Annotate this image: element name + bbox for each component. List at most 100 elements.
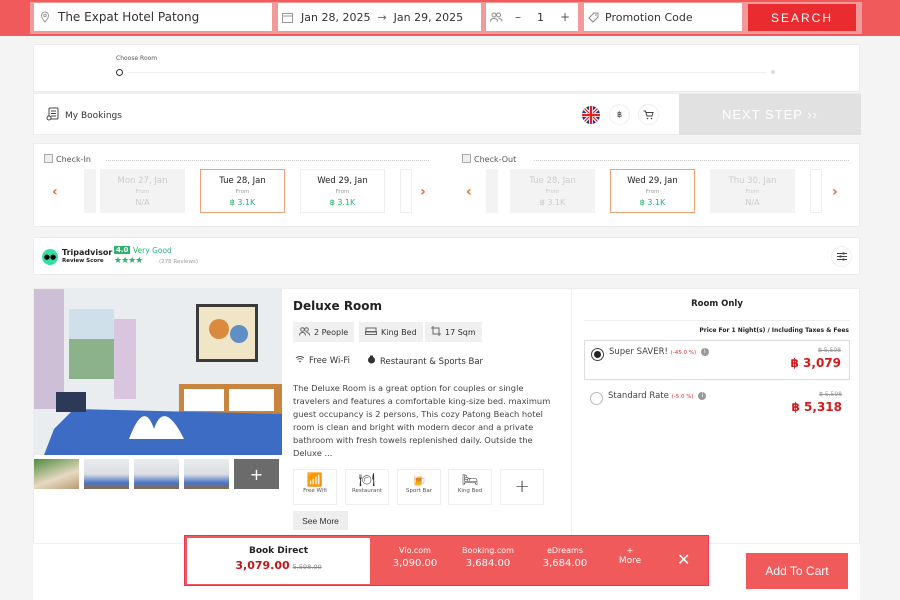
chip-label: 17 Sqm: [445, 327, 476, 337]
from-label: From: [135, 189, 150, 195]
room-main-photo[interactable]: [34, 289, 282, 455]
review-bar: ●● Tripadvisor Review Score 4.0 Very Goo…: [33, 237, 860, 275]
checkin-day-card[interactable]: Mon 27, Jan From N/A: [100, 169, 185, 213]
info-icon[interactable]: i: [700, 347, 709, 356]
book-direct-label: Book Direct: [248, 546, 309, 556]
promo-code-input[interactable]: Promotion Code: [584, 3, 742, 31]
baht-icon: ฿: [616, 110, 623, 119]
see-more-button[interactable]: See More: [293, 511, 348, 530]
checkin-title: Check-In: [44, 154, 91, 165]
next-step-button[interactable]: NEXT STEP ››: [679, 94, 861, 135]
add-to-cart-button[interactable]: Add To Cart: [746, 553, 848, 589]
guests-increment-button[interactable]: +: [560, 10, 570, 24]
rate-option-standard[interactable]: Standard Rate (-5.0 %) i ฿ 5,598 ฿ 5,318: [584, 385, 850, 425]
rate-radio-selected[interactable]: [591, 348, 604, 361]
promo-placeholder: Promotion Code: [605, 10, 693, 24]
language-selector[interactable]: [580, 104, 601, 125]
from-label: From: [745, 189, 760, 195]
my-bookings-link[interactable]: My Bookings: [46, 107, 122, 124]
day-label: Wed 29, Jan: [627, 176, 678, 186]
date-arrow: →: [377, 10, 387, 24]
checkin-next-button[interactable]: ›: [420, 184, 426, 200]
facility-restaurant: 🍽 Restaurant: [345, 469, 389, 505]
checkout-prev-button[interactable]: ‹: [466, 184, 472, 200]
beer-mug-icon: 🍺: [410, 473, 428, 488]
guests-decrement-button[interactable]: –: [515, 10, 521, 24]
checkout-day-card[interactable]: Thu 30, Jan From N/A: [710, 169, 795, 213]
book-direct-box[interactable]: Book Direct 3,079.00 5,598.00: [187, 538, 370, 584]
review-score-badge: 4.0: [114, 246, 131, 254]
day-label: Tue 28, Jan: [529, 176, 576, 186]
plus-icon: +: [626, 546, 634, 555]
checkout-edge-card: [810, 169, 822, 213]
guests-icon: [490, 12, 503, 22]
page-margin: [860, 543, 900, 600]
my-bookings-label: My Bookings: [65, 110, 122, 121]
from-label: From: [645, 189, 660, 195]
more-otas-button[interactable]: + More: [610, 546, 650, 566]
rate-option-super-saver[interactable]: Super SAVER! (-45.0 %) i ฿ 5,598 ฿ 3,079: [584, 340, 850, 380]
facility-label: Free Wifi: [303, 488, 327, 494]
day-price: ฿ 3.1K: [639, 198, 666, 207]
rate-radio[interactable]: [590, 392, 603, 405]
location-pin-icon: [40, 11, 50, 23]
room-thumbnail[interactable]: [134, 459, 179, 489]
checkout-day-card-selected[interactable]: Wed 29, Jan From ฿ 3.1K: [610, 169, 695, 213]
step-indicator-current: [116, 69, 123, 76]
checkin-day-card-selected[interactable]: Tue 28, Jan From ฿ 3.1K: [200, 169, 285, 213]
size-chip: 17 Sqm: [425, 322, 482, 342]
rate-name: Super SAVER!: [609, 347, 668, 357]
checkin-day-card[interactable]: Wed 29, Jan From ฿ 3.1K: [300, 169, 385, 213]
ota-price-edreams[interactable]: eDreams 3,684.00: [535, 546, 595, 569]
amenity-label: Free Wi-Fi: [309, 355, 351, 366]
wifi-icon: [295, 355, 305, 366]
calendar-icon: [282, 12, 293, 23]
rate-label: Super SAVER! (-45.0 %) i: [609, 347, 709, 357]
info-icon[interactable]: i: [698, 391, 707, 400]
currency-selector[interactable]: ฿: [609, 104, 630, 125]
room-card: + Deluxe Room 2 People King Bed 17 Sqm F…: [33, 288, 860, 549]
date-selector: Check-In ‹ Mon 27, Jan From N/A Tue 28, …: [33, 143, 860, 227]
ota-name: Booking.com: [462, 546, 514, 555]
divider: [534, 160, 849, 161]
price-comparison-bar: Book Direct 3,079.00 5,598.00 Vio.com 3,0…: [184, 535, 709, 586]
room-thumbnail[interactable]: [184, 459, 229, 489]
sliders-icon: [836, 252, 847, 261]
date-range-field[interactable]: Jan 28, 2025 → Jan 29, 2025: [278, 3, 481, 31]
checkin-prev-button[interactable]: ‹: [52, 184, 58, 200]
more-facilities-button[interactable]: +: [500, 469, 544, 505]
filter-button[interactable]: [831, 246, 852, 267]
review-rating-text: Very Good: [133, 246, 172, 255]
review-count[interactable]: (278 Reviews): [159, 259, 198, 265]
guests-stepper: – 1 +: [486, 3, 578, 31]
amenity-label: Restaurant & Sports Bar: [380, 356, 484, 367]
ota-price-vio[interactable]: Vio.com 3,090.00: [385, 546, 445, 569]
checkout-next-button[interactable]: ›: [832, 184, 838, 200]
facility-king-bed: 🛏 King Bed: [448, 469, 492, 505]
checkout-day-card[interactable]: Tue 28, Jan From ฿ 3.1K: [510, 169, 595, 213]
location-field[interactable]: The Expat Hotel Patong: [34, 3, 272, 31]
room-name: Deluxe Room: [293, 299, 383, 313]
price-note: Price For 1 Night(s) / Including Taxes &…: [699, 327, 849, 334]
facility-label: Restaurant: [351, 488, 383, 494]
calendar-icon: [462, 154, 471, 165]
star-rating-icon: ★★★★: [114, 256, 143, 266]
more-photos-button[interactable]: +: [234, 459, 279, 489]
guests-count: 1: [537, 10, 544, 24]
day-price: ฿ 3.1K: [229, 198, 256, 207]
uk-flag-icon: [581, 105, 600, 124]
search-button[interactable]: SEARCH: [748, 4, 856, 31]
checkin-title-label: Check-In: [56, 155, 91, 164]
room-photo-illustration: [34, 289, 282, 455]
step-label-choose-room: Choose Room: [116, 55, 158, 62]
ota-price-booking[interactable]: Booking.com 3,684.00: [453, 546, 523, 569]
step-progress-line: [127, 72, 767, 73]
cart-button[interactable]: [638, 104, 659, 125]
bed-icon: 🛏: [461, 473, 479, 488]
router-icon: 📶: [306, 473, 324, 488]
room-thumbnail[interactable]: [84, 459, 129, 489]
ota-name: Vio.com: [399, 546, 431, 555]
close-comparison-button[interactable]: ✕: [677, 550, 690, 570]
room-description: The Deluxe Room is a great option for co…: [293, 383, 551, 458]
room-thumbnail[interactable]: [34, 459, 79, 489]
